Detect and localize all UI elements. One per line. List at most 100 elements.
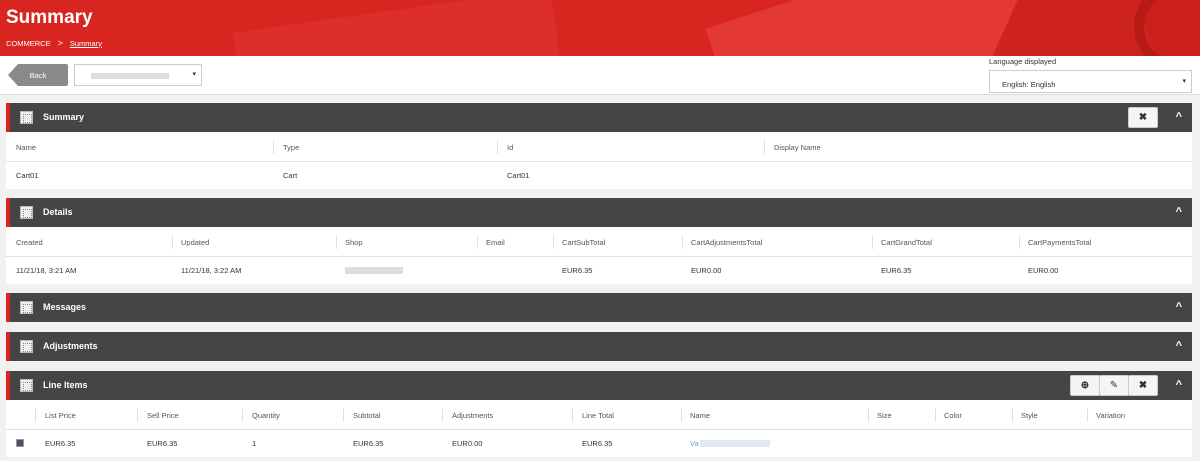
details-panel-header[interactable]: Details ^ bbox=[6, 198, 1192, 227]
add-line-item-button[interactable]: ⊕ bbox=[1070, 375, 1100, 396]
chevron-up-icon[interactable]: ^ bbox=[1176, 340, 1182, 352]
edit-line-item-button[interactable]: ✎ bbox=[1099, 375, 1129, 396]
column-divider bbox=[497, 140, 498, 154]
details-panel: Details ^ Created Updated Shop Email Car… bbox=[6, 198, 1192, 284]
breadcrumb: COMMERCE > Summary bbox=[6, 38, 102, 48]
select-value-redacted bbox=[91, 73, 169, 79]
column-divider bbox=[172, 235, 173, 249]
messages-panel: Messages ^ bbox=[6, 293, 1192, 322]
column-divider bbox=[1087, 408, 1088, 422]
column-header: Display Name bbox=[774, 143, 821, 152]
column-divider bbox=[572, 408, 573, 422]
entity-select[interactable]: ▾ bbox=[74, 64, 202, 86]
column-divider bbox=[242, 408, 243, 422]
table-cell: 11/21/18, 3:21 AM bbox=[16, 266, 77, 275]
column-header: Line Total bbox=[582, 411, 614, 420]
column-header: Color bbox=[944, 411, 962, 420]
table-cell: EUR6.35 bbox=[45, 439, 76, 448]
column-header: List Price bbox=[45, 411, 76, 420]
details-columns: Created Updated Shop Email CartSubTotal … bbox=[6, 227, 1192, 257]
panel-icon bbox=[20, 379, 33, 392]
panel-icon bbox=[20, 206, 33, 219]
line-items-columns: List Price Sell Price Quantity Subtotal … bbox=[6, 400, 1192, 430]
column-divider bbox=[935, 408, 936, 422]
column-header: Adjustments bbox=[452, 411, 494, 420]
column-header: CartPaymentsTotal bbox=[1028, 238, 1092, 247]
language-label: Language displayed bbox=[989, 57, 1057, 66]
column-divider bbox=[1012, 408, 1013, 422]
column-header: Style bbox=[1021, 411, 1038, 420]
column-divider bbox=[273, 140, 274, 154]
delete-line-item-button[interactable]: ✖ bbox=[1128, 375, 1158, 396]
column-divider bbox=[872, 235, 873, 249]
chevron-up-icon[interactable]: ^ bbox=[1176, 111, 1182, 123]
chevron-up-icon[interactable]: ^ bbox=[1176, 301, 1182, 313]
table-cell: 11/21/18, 3:22 AM bbox=[181, 266, 242, 275]
name-value-redacted bbox=[700, 440, 770, 447]
column-header: Quantity bbox=[252, 411, 280, 420]
line-item-name-link[interactable]: Va bbox=[690, 439, 699, 448]
chevron-up-icon[interactable]: ^ bbox=[1176, 379, 1182, 391]
summary-panel-header[interactable]: Summary ✖ ^ bbox=[6, 103, 1192, 132]
header-decoration bbox=[1134, 0, 1200, 56]
back-button[interactable]: Back bbox=[8, 64, 68, 86]
column-header: Size bbox=[877, 411, 892, 420]
adjustments-panel-header[interactable]: Adjustments ^ bbox=[6, 332, 1192, 361]
column-divider bbox=[442, 408, 443, 422]
breadcrumb-summary[interactable]: Summary bbox=[70, 39, 102, 48]
column-header: Sell Price bbox=[147, 411, 179, 420]
table-cell: EUR6.35 bbox=[562, 266, 593, 275]
table-row[interactable]: EUR6.35 EUR6.35 1 EUR6.35 EUR0.00 EUR6.3… bbox=[6, 430, 1192, 456]
add-icon: ⊕ bbox=[1080, 380, 1090, 391]
column-divider bbox=[681, 408, 682, 422]
column-header: CartSubTotal bbox=[562, 238, 606, 247]
shop-value-redacted bbox=[345, 267, 403, 274]
table-cell: EUR6.35 bbox=[147, 439, 178, 448]
table-cell: EUR0.00 bbox=[691, 266, 722, 275]
column-header: Subtotal bbox=[353, 411, 381, 420]
adjustments-panel: Adjustments ^ bbox=[6, 332, 1192, 361]
column-divider bbox=[682, 235, 683, 249]
column-header: CartAdjustmentsTotal bbox=[691, 238, 763, 247]
close-icon: ✖ bbox=[1138, 112, 1148, 123]
messages-panel-title: Messages bbox=[43, 302, 87, 312]
edit-icon: ✎ bbox=[1109, 380, 1119, 391]
column-divider bbox=[477, 235, 478, 249]
table-row: 11/21/18, 3:21 AM 11/21/18, 3:22 AM EUR6… bbox=[6, 257, 1192, 283]
column-divider bbox=[336, 235, 337, 249]
chevron-up-icon[interactable]: ^ bbox=[1176, 206, 1182, 218]
column-divider bbox=[868, 408, 869, 422]
column-header: Created bbox=[16, 238, 43, 247]
breadcrumb-commerce[interactable]: COMMERCE bbox=[6, 39, 51, 48]
table-cell: Cart01 bbox=[16, 171, 39, 180]
summary-panel-title: Summary bbox=[43, 112, 85, 122]
details-panel-title: Details bbox=[43, 207, 73, 217]
toolbar: Back ▾ Language displayed English: Engli… bbox=[0, 56, 1200, 95]
column-divider bbox=[343, 408, 344, 422]
column-header: CartGrandTotal bbox=[881, 238, 932, 247]
column-divider bbox=[553, 235, 554, 249]
summary-columns: Name Type Id Display Name bbox=[6, 132, 1192, 162]
column-header: Variation bbox=[1096, 411, 1126, 420]
language-select[interactable]: English: English ▾ bbox=[989, 70, 1192, 93]
column-header: Updated bbox=[181, 238, 210, 247]
column-divider bbox=[764, 140, 765, 154]
table-cell: EUR6.35 bbox=[881, 266, 912, 275]
messages-panel-header[interactable]: Messages ^ bbox=[6, 293, 1192, 322]
panel-icon bbox=[20, 301, 33, 314]
panel-icon bbox=[20, 111, 33, 124]
summary-panel: Summary ✖ ^ Name Type Id Display Name Ca… bbox=[6, 103, 1192, 189]
line-items-panel-title: Line Items bbox=[43, 380, 88, 390]
table-cell: EUR0.00 bbox=[452, 439, 483, 448]
table-cell: Cart bbox=[283, 171, 298, 180]
close-button[interactable]: ✖ bbox=[1128, 107, 1158, 128]
table-row: Cart01 Cart Cart01 bbox=[6, 162, 1192, 188]
chevron-down-icon: ▾ bbox=[192, 71, 196, 78]
header-decoration bbox=[233, 0, 567, 56]
line-items-panel: Line Items ⊕ ✎ ✖ ^ List Price Sell Price… bbox=[6, 371, 1192, 457]
panel-icon bbox=[20, 340, 33, 353]
column-header: Type bbox=[283, 143, 300, 152]
line-items-panel-header[interactable]: Line Items ⊕ ✎ ✖ ^ bbox=[6, 371, 1192, 400]
adjustments-panel-title: Adjustments bbox=[43, 341, 98, 351]
column-divider bbox=[137, 408, 138, 422]
